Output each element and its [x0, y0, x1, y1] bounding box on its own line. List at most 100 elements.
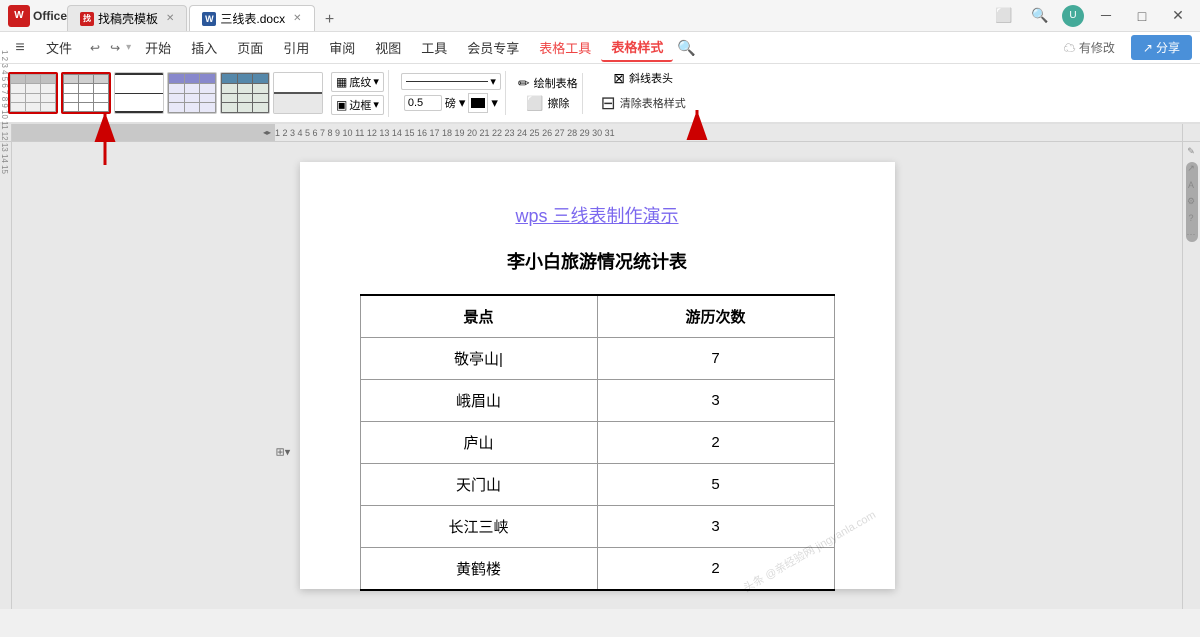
tab-template[interactable]: 找 找稿壳模板 ✕ — [67, 5, 187, 31]
border-icon: ▣ — [336, 98, 347, 112]
restore-btn[interactable]: ⬜ — [990, 5, 1018, 27]
menu-start[interactable]: 开始 — [135, 34, 181, 61]
maximize-btn[interactable]: □ — [1128, 5, 1156, 27]
redo-btn[interactable]: ↪ — [106, 39, 124, 57]
menu-file[interactable]: 文件 — [36, 34, 82, 61]
table-cell-visits-3: 2 — [597, 422, 834, 464]
undo-btn[interactable]: ↩ — [86, 39, 104, 57]
side-tool-4[interactable]: ⚙ — [1187, 196, 1195, 207]
table-cell-visits-5: 3 — [597, 506, 834, 548]
line-unit: 磅 — [445, 95, 456, 111]
border-dropdown[interactable]: ▣ 边框 ▾ — [331, 95, 384, 115]
clear-table-style-label: 清除表格样式 — [620, 95, 686, 111]
tab-template-close[interactable]: ✕ — [166, 13, 174, 24]
style-swatch-6[interactable] — [273, 72, 323, 114]
doc-handle[interactable]: ⊞▾ — [276, 446, 291, 459]
menu-member[interactable]: 会员专享 — [457, 34, 529, 61]
menu-reference[interactable]: 引用 — [273, 34, 319, 61]
modify-label: ☁ 有修改 — [1056, 36, 1123, 59]
wps-logo: W W Office — [8, 5, 67, 27]
cloud-icon: ☁ — [1064, 41, 1076, 55]
side-tool-5[interactable]: ? — [1188, 213, 1193, 223]
table-cell-scenery-3: 庐山 — [360, 422, 597, 464]
side-tool-1[interactable]: ✎ — [1187, 146, 1195, 157]
line-width-row: 磅 ▾ ▾ — [404, 93, 498, 113]
new-tab-button[interactable]: + — [317, 9, 343, 31]
diagonal-icon: ⊠ — [613, 70, 625, 87]
shading-dropdown[interactable]: ▦ 底纹 ▾ — [331, 72, 384, 92]
menu-insert[interactable]: 插入 — [181, 34, 227, 61]
color-swatch — [471, 98, 485, 108]
diagonal-clear-group: ⊠ 斜线表头 ⊟ 清除表格样式 — [591, 68, 696, 119]
style-swatch-2[interactable] — [61, 72, 111, 114]
shading-arrow: ▾ — [373, 75, 379, 88]
table-cell-scenery-4: 天门山 — [360, 464, 597, 506]
menu-bar: ≡ 文件 ↩ ↪ ▾ 开始 插入 页面 引用 审阅 视图 工具 会员专享 表格工… — [0, 32, 1200, 64]
ribbon-right: ☁ 有修改 ↗ 分享 — [1056, 35, 1192, 60]
share-button[interactable]: ↗ 分享 — [1131, 35, 1192, 60]
table-row: 敬亭山 7 — [360, 338, 834, 380]
table-cell-visits-1: 7 — [597, 338, 834, 380]
line-style-select[interactable]: ▾ — [401, 73, 501, 90]
draw-table-label: 绘制表格 — [534, 75, 578, 91]
shading-icon: ▦ — [336, 75, 347, 89]
office-text: Office — [33, 9, 67, 23]
shading-label: 底纹 — [349, 74, 371, 90]
style-swatch-1[interactable] — [8, 72, 58, 114]
undo-redo-group: ↩ ↪ ▾ — [86, 39, 131, 57]
clear-table-style-btn[interactable]: ⊟ 清除表格样式 — [595, 90, 692, 117]
style-swatch-4[interactable] — [167, 72, 217, 114]
doc-title-link[interactable]: wps 三线表制作演示 — [360, 202, 835, 228]
menu-hamburger-icon[interactable]: ≡ — [8, 36, 32, 60]
ruler-marker-left: ◂▸ — [263, 128, 271, 137]
menu-view[interactable]: 视图 — [365, 34, 411, 61]
table-row: 长江三峡 3 — [360, 506, 834, 548]
menu-review[interactable]: 审阅 — [319, 34, 365, 61]
tab-doc[interactable]: W 三线表.docx ✕ — [189, 5, 314, 31]
modify-text: 有修改 — [1079, 41, 1115, 55]
share-icon: ↗ — [1143, 41, 1153, 55]
tab-icon-template: 找 — [80, 12, 94, 26]
table-header: 景点 游历次数 — [360, 295, 834, 338]
ribbon-search-icon[interactable]: 🔍 — [677, 39, 696, 57]
style-swatch-3[interactable] — [114, 72, 164, 114]
side-tools: ✎ ↗ A ⚙ ? ⋯ — [1182, 142, 1200, 240]
doc-subtitle: 李小白旅游情况统计表 — [360, 248, 835, 274]
side-tool-2[interactable]: ↗ — [1187, 163, 1195, 174]
menu-table-tools[interactable]: 表格工具 — [529, 34, 601, 61]
color-picker-btn[interactable] — [468, 93, 488, 113]
main-area: 1 2 3 4 5 6 7 8 9 10 11 12 13 14 15 ⊞▾ w… — [0, 142, 1200, 609]
border-shading-group: ▦ 底纹 ▾ ▣ 边框 ▾ — [327, 70, 389, 117]
tabs-bar: 找 找稿壳模板 ✕ W 三线表.docx ✕ + — [67, 0, 990, 31]
side-tool-6[interactable]: ⋯ — [1187, 229, 1196, 240]
share-label: 分享 — [1156, 39, 1180, 56]
close-btn[interactable]: ✕ — [1164, 5, 1192, 27]
eraser-icon: ⬜ — [526, 95, 543, 112]
menu-tools[interactable]: 工具 — [411, 34, 457, 61]
table-col-scenery: 景点 — [360, 295, 597, 338]
eraser-label: 擦除 — [547, 95, 569, 111]
clear-icon: ⊟ — [601, 93, 616, 114]
doc-area: ⊞▾ wps 三线表制作演示 李小白旅游情况统计表 景点 游历次数 敬亭山 7 — [12, 142, 1182, 609]
toolbar: ▦ 底纹 ▾ ▣ 边框 ▾ ▾ 磅 ▾ ▾ ✏ 绘制表格 — [0, 64, 1200, 124]
table-row: 庐山 2 — [360, 422, 834, 464]
table-cell-scenery-1[interactable]: 敬亭山 — [360, 338, 597, 380]
line-preview — [406, 81, 488, 82]
doc-table: 景点 游历次数 敬亭山 7 峨眉山 3 庐山 2 — [360, 294, 835, 591]
table-cell-visits-2: 3 — [597, 380, 834, 422]
tab-doc-close[interactable]: ✕ — [293, 13, 301, 24]
title-bar: W W Office 找 找稿壳模板 ✕ W 三线表.docx ✕ + ⬜ 🔍 … — [0, 0, 1200, 32]
table-col-visits: 游历次数 — [597, 295, 834, 338]
undo-dropdown[interactable]: ▾ — [126, 42, 131, 53]
avatar-btn[interactable]: U — [1062, 5, 1084, 27]
menu-table-style[interactable]: 表格样式 — [601, 33, 673, 62]
right-scrollbar[interactable]: ✎ ↗ A ⚙ ? ⋯ — [1182, 142, 1200, 609]
style-swatch-5[interactable] — [220, 72, 270, 114]
minimize-btn[interactable]: － — [1092, 5, 1120, 27]
menu-page[interactable]: 页面 — [227, 34, 273, 61]
search-btn[interactable]: 🔍 — [1026, 5, 1054, 27]
line-width-input[interactable] — [404, 95, 442, 111]
ruler-left-margin: ◂▸ — [12, 124, 275, 141]
wps-logo-icon: W — [8, 5, 30, 27]
side-tool-3[interactable]: A — [1188, 180, 1194, 190]
